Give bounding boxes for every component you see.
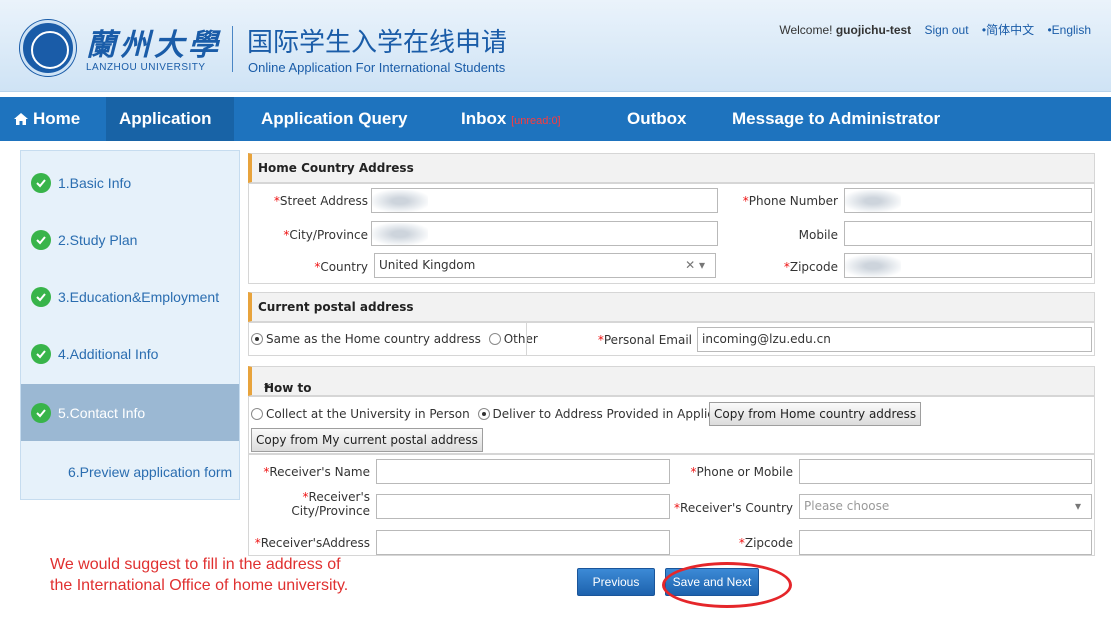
receiver-name-label: *Receiver's Name — [263, 465, 370, 479]
collect-notice-section-header: *How to Collect the Admission Notice — [248, 366, 1095, 451]
copy-home-address-button[interactable]: Copy from Home country address — [709, 402, 922, 426]
section-title: Home Country Address — [258, 161, 414, 175]
personal-email-label: *Personal Email — [597, 333, 692, 347]
step-label: 5.Contact Info — [58, 404, 146, 421]
radio-other[interactable] — [488, 333, 501, 345]
mobile-input[interactable] — [844, 221, 1092, 246]
username: guojichu-test — [835, 23, 912, 37]
nav-message-admin[interactable]: Message to Administrator — [732, 97, 940, 141]
step-label: 2.Study Plan — [58, 231, 138, 248]
country-label: *Country — [314, 260, 368, 274]
city-province-label: *City/Province — [283, 228, 368, 242]
step-preview-form[interactable]: 6.Preview application form — [21, 443, 239, 500]
phone-mobile-label: *Phone or Mobile — [690, 465, 793, 479]
lang-chinese-link[interactable]: •简体中文 — [982, 23, 1034, 37]
step-education-employment[interactable]: 3.Education&Employment — [21, 268, 239, 325]
page-title-chinese: 国际学生入学在线申请 — [247, 28, 508, 58]
check-icon — [31, 286, 51, 307]
step-label: 4.Additional Info — [58, 345, 159, 362]
receiver-city-label: *Receiver's City/Province — [291, 490, 370, 518]
receiver-zipcode-input[interactable] — [799, 530, 1092, 555]
receiver-phone-input[interactable] — [799, 459, 1092, 484]
nav-application[interactable]: Application — [106, 97, 234, 141]
title-divider — [232, 26, 233, 72]
page-header: 蘭州大學 LANZHOU UNIVERSITY 国际学生入学在线申请 Onlin… — [0, 0, 1111, 92]
sign-out-link[interactable]: Sign out — [925, 23, 969, 37]
receiver-address-input[interactable] — [376, 530, 670, 555]
step-contact-info[interactable]: 5.Contact Info — [21, 384, 239, 441]
check-icon — [31, 402, 51, 423]
receiver-country-label: *Receiver's Country — [674, 501, 793, 515]
phone-number-label: *Phone Number — [742, 194, 838, 208]
radio-same-as-home[interactable] — [251, 333, 263, 345]
unread-badge: [unread:0] — [511, 115, 561, 127]
home-icon — [14, 113, 28, 125]
home-address-section-header: Home Country Address — [248, 153, 1095, 183]
nav-outbox[interactable]: Outbox — [627, 97, 687, 141]
redacted-value — [845, 255, 901, 277]
receiver-address-label: *Receiver'sAddress — [254, 536, 370, 550]
mobile-label: Mobile — [798, 228, 838, 242]
zipcode-label: *Zipcode — [783, 260, 838, 274]
radio-deliver-to-address[interactable] — [477, 408, 490, 420]
redacted-value — [372, 190, 428, 212]
receiver-country-select[interactable]: Please choose ▾ — [799, 494, 1092, 519]
step-additional-info[interactable]: 4.Additional Info — [21, 325, 239, 382]
copy-current-address-button[interactable]: Copy from My current postal address — [251, 428, 483, 452]
logo-chinese-name: 蘭州大學 — [86, 28, 222, 63]
main-nav: Home Application Application Query Inbox… — [0, 97, 1111, 141]
annotation-note: We would suggest to fill in the address … — [50, 554, 348, 596]
step-study-plan[interactable]: 2.Study Plan — [21, 211, 239, 268]
university-seal-logo — [20, 20, 76, 76]
street-address-label: *Street Address — [273, 194, 368, 208]
step-label: 1.Basic Info — [58, 174, 132, 191]
previous-button[interactable]: Previous — [577, 568, 655, 596]
check-icon — [31, 172, 51, 193]
country-select[interactable]: United Kingdom ✕ ▾ — [374, 253, 716, 278]
lang-english-link[interactable]: •English — [1047, 23, 1091, 37]
check-icon — [31, 229, 51, 250]
nav-application-query[interactable]: Application Query — [261, 97, 407, 141]
receiver-name-input[interactable] — [376, 459, 670, 484]
application-steps-sidebar: 1.Basic Info 2.Study Plan 3.Education&Em… — [20, 150, 240, 500]
radio-collect-in-person[interactable] — [251, 408, 263, 420]
redacted-value — [372, 223, 428, 245]
receiver-city-input[interactable] — [376, 494, 670, 519]
step-label: 3.Education&Employment — [58, 288, 220, 305]
logo-english-name: LANZHOU UNIVERSITY — [86, 62, 206, 73]
nav-inbox[interactable]: Inbox [unread:0] — [461, 97, 561, 141]
country-value: United Kingdom — [379, 258, 476, 272]
annotation-line-1: We would suggest to fill in the address … — [50, 556, 341, 573]
annotation-line-2: the International Office of home univers… — [50, 577, 349, 594]
section-title: Current postal address — [258, 300, 414, 314]
postal-option-group: Same as the Home country address Other — [251, 332, 538, 346]
step-basic-info[interactable]: 1.Basic Info — [21, 154, 239, 211]
dropdown-arrow-icon: ▾ — [1074, 499, 1081, 513]
receiver-zipcode-label: *Zipcode — [738, 536, 793, 550]
postal-address-section-header: Current postal address — [248, 292, 1095, 322]
nav-home[interactable]: Home — [14, 97, 104, 141]
nav-inbox-label: Inbox — [461, 109, 507, 128]
redacted-value — [845, 190, 901, 212]
highlight-circle-annotation — [662, 562, 792, 608]
country-placeholder: Please choose — [804, 499, 890, 513]
personal-email-input[interactable]: incoming@lzu.edu.cn — [697, 327, 1092, 352]
clear-and-dropdown-icon: ✕ ▾ — [685, 258, 705, 272]
collect-option-group: Collect at the University in Person Deli… — [251, 407, 744, 421]
nav-home-label: Home — [33, 109, 81, 128]
divider — [526, 322, 527, 356]
user-bar: Welcome! guojichu-test Sign out •简体中文 •E… — [779, 21, 1091, 38]
welcome-text: Welcome! — [779, 23, 833, 37]
page-title-english: Online Application For International Stu… — [248, 60, 506, 75]
check-icon — [31, 343, 51, 364]
